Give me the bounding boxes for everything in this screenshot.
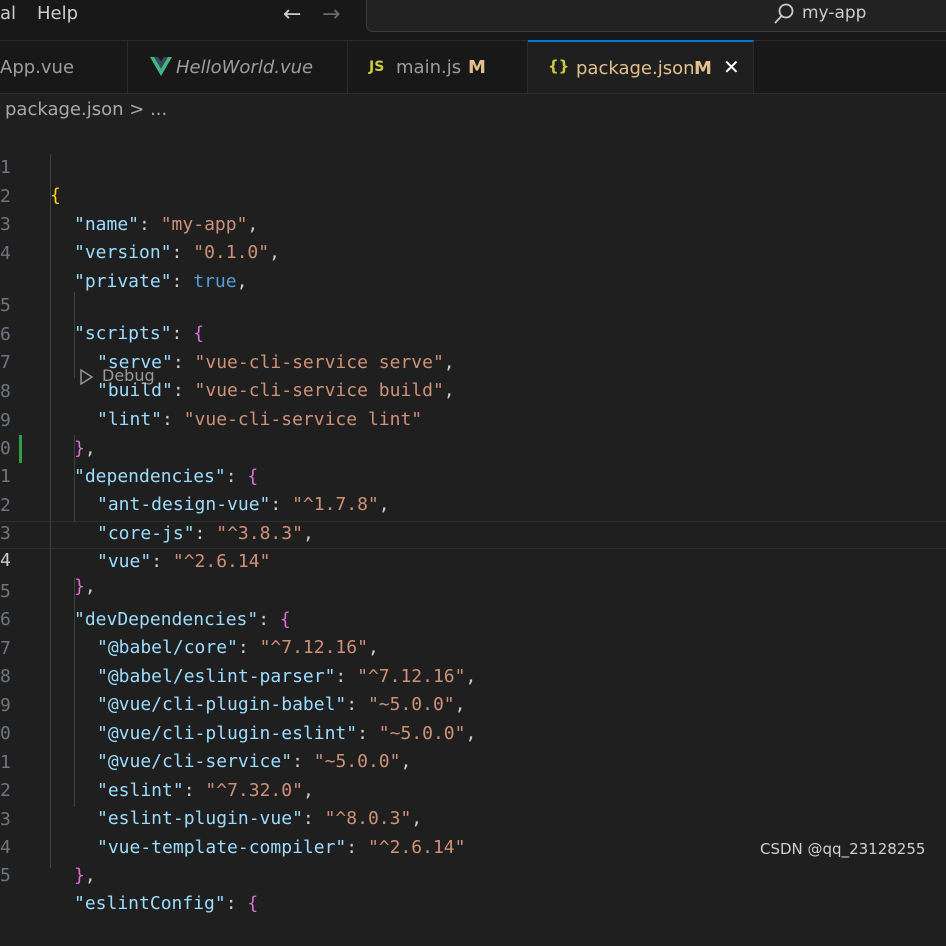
code-line-current: 4 }, (0, 521, 946, 597)
code-line: 4 }, (0, 806, 946, 886)
code-line: 3 "version": "0.1.0", (0, 183, 946, 263)
title-bar: al Help ← → my-app (0, 0, 946, 41)
code-text: "eslintConfig": { (74, 893, 259, 914)
code-line: 8 "@vue/cli-plugin-babel": "~5.0.0", (0, 635, 946, 715)
tab-package-json[interactable]: {} package.json M ✕ (528, 40, 754, 93)
tab-main-js[interactable]: JS main.js M (348, 41, 528, 93)
code-line: 5 "devDependencies": { (0, 550, 946, 630)
code-line: 9 }, (0, 379, 946, 459)
code-line: 2 "core-js": "^3.8.3", (0, 464, 946, 544)
breadcrumb: package.json > ... (5, 99, 167, 120)
search-text: my-app (802, 3, 867, 23)
close-icon[interactable]: ✕ (723, 55, 740, 79)
js-icon: JS (369, 59, 385, 75)
code-line: 3 "vue": "^2.6.14" (0, 492, 946, 572)
chevron-right-icon: > (129, 99, 145, 120)
code-line: 1 { (0, 126, 946, 206)
code-line: 8 "lint": "vue-cli-service lint" (0, 350, 946, 430)
forward-arrow-icon[interactable]: → (322, 2, 340, 27)
search-icon (774, 3, 794, 24)
code-line: 5 "scripts": { (0, 264, 946, 344)
menu-item-help[interactable]: Help (37, 3, 78, 24)
tab-app-vue[interactable]: App.vue (0, 41, 128, 93)
code-line: 6 "serve": "vue-cli-service serve", (0, 293, 946, 373)
vue-icon (150, 57, 172, 76)
modified-indicator: M (694, 58, 712, 79)
tab-label: package.json (576, 58, 695, 79)
code-line: 1 "ant-design-vue": "^1.7.8", (0, 435, 946, 515)
watermark: CSDN @qq_23128255 (760, 840, 926, 858)
code-text: }, (74, 865, 96, 886)
code-editor[interactable]: Debug 1 { 2 "name": "my-app", 3 "version… (0, 126, 946, 914)
code-line: 0 "@vue/cli-service": "~5.0.0", (0, 692, 946, 772)
tab-helloworld-vue[interactable]: HelloWorld.vue (128, 41, 348, 93)
code-text: "version": "0.1.0", (74, 242, 280, 263)
code-line: 7 "@babel/eslint-parser": "^7.12.16", (0, 607, 946, 687)
breadcrumb-more[interactable]: ... (150, 99, 167, 120)
code-line: 9 "@vue/cli-plugin-eslint": "~5.0.0", (0, 664, 946, 744)
code-line: 2 "name": "my-app", (0, 155, 946, 235)
tab-label: App.vue (0, 57, 75, 78)
editor-tab-bar: App.vue HelloWorld.vue JS main.js M {} p… (0, 40, 946, 94)
code-line: 0 "dependencies": { (0, 407, 946, 487)
tab-label: main.js (396, 57, 462, 78)
code-line: 4 "private": true, (0, 212, 946, 292)
modified-indicator: M (468, 57, 486, 78)
tab-label: HelloWorld.vue (176, 57, 314, 78)
code-line: 6 "@babel/core": "^7.12.16", (0, 578, 946, 658)
menu-item-view[interactable]: al (0, 3, 16, 24)
code-line: 1 "eslint": "^7.32.0", (0, 721, 946, 801)
back-arrow-icon[interactable]: ← (283, 2, 301, 27)
code-line: 7 "build": "vue-cli-service build", (0, 321, 946, 401)
code-line: 3 "vue-template-compiler": "^2.6.14" (0, 778, 946, 858)
breadcrumb-file[interactable]: package.json (5, 99, 124, 120)
line-number: 5 (0, 865, 11, 886)
json-icon: {} (548, 57, 570, 75)
code-line: 2 "eslint-plugin-vue": "^8.0.3", (0, 749, 946, 829)
